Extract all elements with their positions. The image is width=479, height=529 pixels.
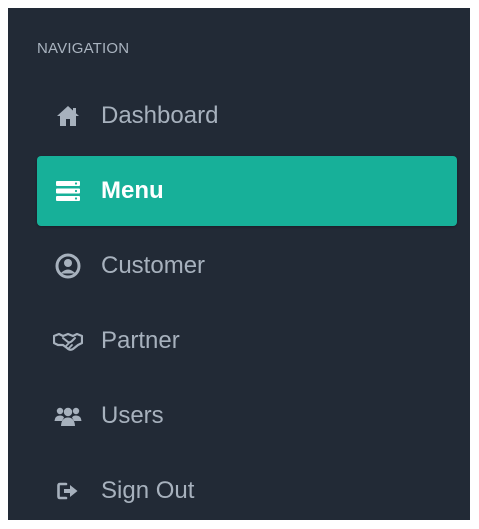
sidebar-item-label: Partner <box>101 327 180 354</box>
navigation-heading: NAVIGATION <box>37 40 130 57</box>
user-circle-icon <box>53 251 83 281</box>
sidebar-item-partner[interactable]: Partner <box>37 306 457 376</box>
sidebar-item-label: Dashboard <box>101 102 219 129</box>
home-icon <box>53 101 83 131</box>
handshake-icon <box>53 326 83 356</box>
sidebar-item-customer[interactable]: Customer <box>37 231 457 301</box>
sidebar-item-label: Users <box>101 402 164 429</box>
sidebar-navigation: NAVIGATION Dashboard Menu Customer Partn… <box>8 8 470 520</box>
sidebar-item-label: Menu <box>101 177 164 204</box>
sidebar-item-users[interactable]: Users <box>37 381 457 451</box>
sign-out-icon <box>53 476 83 506</box>
users-icon <box>53 401 83 431</box>
sidebar-item-menu[interactable]: Menu <box>37 156 457 226</box>
server-menu-icon <box>53 176 83 206</box>
sidebar-item-dashboard[interactable]: Dashboard <box>37 81 457 151</box>
sidebar-item-label: Customer <box>101 252 206 279</box>
sidebar-item-sign-out[interactable]: Sign Out <box>37 456 457 526</box>
sidebar-item-label: Sign Out <box>101 477 195 504</box>
